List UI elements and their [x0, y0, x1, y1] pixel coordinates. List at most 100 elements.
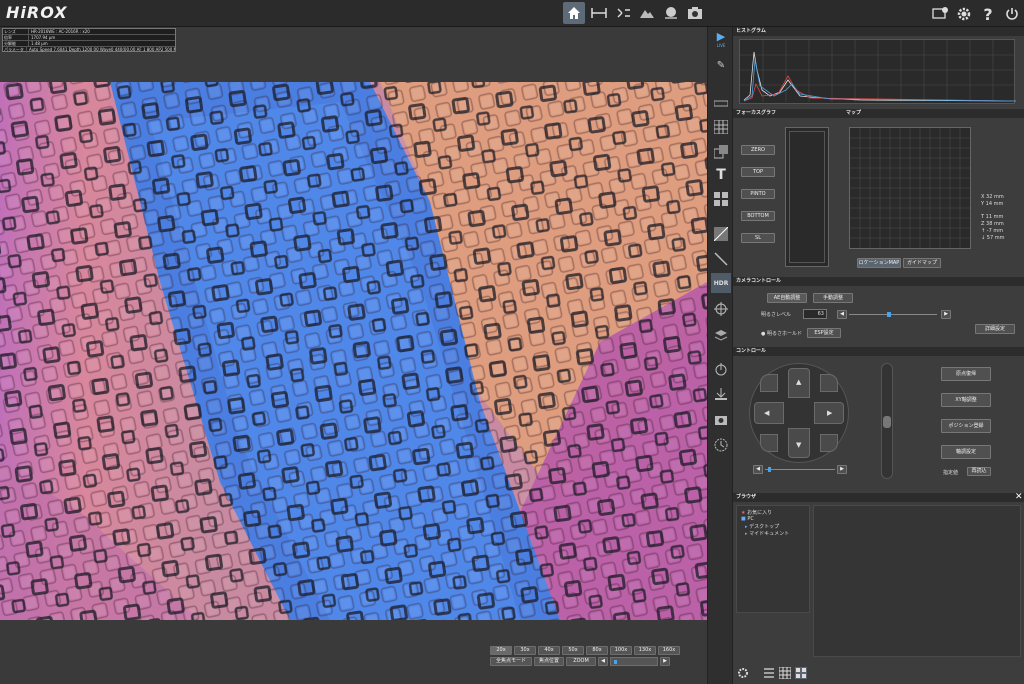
ae-auto-button[interactable]: AE自動調整 [767, 293, 807, 303]
brightness-slider[interactable] [849, 312, 937, 317]
dpad-up-right[interactable] [820, 374, 838, 392]
brightness-input[interactable]: 63 [803, 309, 827, 319]
live-button[interactable]: ▶ LIVE [711, 29, 731, 49]
zoom-bar: 20x 30x 40x 50x 80x 100x 130x 160x 全焦点モー… [0, 620, 707, 684]
overlay-tool[interactable] [711, 142, 731, 162]
zoom-50x-button[interactable]: 50x [562, 646, 584, 655]
browser-close-button[interactable]: ✕ [1015, 492, 1023, 502]
position-register-button[interactable]: ポジション登録 [941, 419, 991, 433]
profile-button[interactable] [636, 2, 658, 24]
zoom-100x-button[interactable]: 100x [610, 646, 632, 655]
folder-icon: ▸ [745, 531, 748, 537]
timer-tool[interactable] [711, 435, 731, 455]
brightness-right-arrow[interactable]: ▶ [941, 310, 951, 319]
snapshot-tool[interactable] [711, 410, 731, 430]
grid-tool[interactable] [711, 117, 731, 137]
target-tool[interactable] [711, 299, 731, 319]
brightness-left-arrow[interactable]: ◀ [837, 310, 847, 319]
location-map-button[interactable]: ロケーションMAP [857, 258, 901, 268]
compare-tool[interactable] [711, 189, 731, 209]
focus-graph-header: フォーカスグラフ [733, 109, 843, 118]
speed-slider[interactable] [765, 467, 835, 472]
tools-button[interactable] [613, 2, 635, 24]
dpad-down-right[interactable] [820, 434, 838, 452]
annotate-tool[interactable]: ✎ [711, 55, 731, 75]
reload-button[interactable]: 再読込 [967, 467, 991, 476]
home-button[interactable] [563, 2, 585, 24]
grid-view-button[interactable] [778, 666, 792, 680]
dpad-right[interactable]: ▶ [814, 402, 844, 424]
title-bar: HiROX ? [0, 0, 1024, 27]
zoom-160x-button[interactable]: 160x [658, 646, 680, 655]
gear-icon [738, 668, 748, 678]
microscope-live-view[interactable] [0, 82, 707, 620]
focus-top-button[interactable]: TOP [741, 167, 775, 177]
power-icon [1006, 8, 1018, 20]
location-map[interactable] [849, 127, 971, 249]
power-button[interactable] [1002, 4, 1022, 24]
export-tool[interactable] [711, 384, 731, 404]
line-tool[interactable] [711, 249, 731, 269]
guide-map-button[interactable]: ガイドマップ [903, 258, 941, 268]
stage-dpad: ▲ ▼ ◀ ▶ [749, 363, 849, 463]
text-tool[interactable]: T [711, 165, 731, 185]
speed-right-arrow[interactable]: ▶ [837, 465, 847, 474]
zoom-40x-button[interactable]: 40x [538, 646, 560, 655]
zoom-130x-button[interactable]: 130x [634, 646, 656, 655]
focus-sl-button[interactable]: SL [741, 233, 775, 243]
arrow-down-icon: ▼ [796, 441, 802, 449]
large-icon-view-button[interactable] [795, 667, 807, 679]
dpad-down[interactable]: ▼ [788, 428, 810, 458]
focus-pinto-button[interactable]: PINTO [741, 189, 775, 199]
chevron-right-icon: ▶ [944, 311, 948, 317]
ruler-tool[interactable] [711, 93, 731, 113]
full-focus-mode-button[interactable]: 全焦点モード [490, 657, 532, 666]
map-header: マップ [843, 109, 1024, 118]
speed-left-arrow[interactable]: ◀ [753, 465, 763, 474]
zoom-slider-thumb[interactable] [614, 660, 617, 664]
settings-button[interactable] [954, 4, 974, 24]
axis-settings-button[interactable]: 軸調設定 [941, 445, 991, 459]
focus-position-button[interactable]: 焦点位置 [534, 657, 564, 666]
chevron-left-icon: ◀ [601, 658, 605, 664]
tree-item-desktop[interactable]: ▸ デスクトップ [745, 523, 779, 530]
zoom-slider[interactable] [610, 657, 658, 666]
brightness-slider-thumb[interactable] [886, 312, 891, 317]
layer-tool[interactable] [711, 325, 731, 345]
dpad-down-left[interactable] [760, 434, 778, 452]
tree-item-favorites[interactable]: ★ お気に入り [741, 509, 772, 516]
adjust-tool[interactable] [711, 224, 731, 244]
speed-slider-thumb[interactable] [768, 467, 772, 472]
help-button[interactable]: ? [978, 4, 998, 24]
device-settings-button[interactable] [930, 4, 950, 24]
list-view-button[interactable] [763, 667, 775, 679]
dpad-left[interactable]: ◀ [754, 402, 784, 424]
z-axis-thumb[interactable] [883, 416, 891, 428]
dpad-up-left[interactable] [760, 374, 778, 392]
manual-adjust-button[interactable]: 手動調整 [813, 293, 853, 303]
zoom-right-arrow[interactable]: ▶ [660, 657, 670, 666]
3d-view-button[interactable] [660, 2, 682, 24]
esp-settings-button[interactable]: ESP設定 [807, 328, 841, 338]
file-view[interactable] [813, 505, 1021, 657]
measure-button[interactable] [588, 2, 610, 24]
zoom-80x-button[interactable]: 80x [586, 646, 608, 655]
z-axis-slider[interactable] [881, 363, 893, 479]
home-position-button[interactable]: 原点復帰 [941, 367, 991, 381]
xy-axis-adjust-button[interactable]: XY軸調整 [941, 393, 991, 407]
zoom-20x-button[interactable]: 20x [490, 646, 512, 655]
brightness-hold-option[interactable]: ● 明るさホールド [761, 330, 802, 337]
tree-item-documents[interactable]: ▸ マイドキュメント [745, 530, 789, 537]
capture-button[interactable] [684, 2, 706, 24]
camera-detail-settings-button[interactable]: 詳細設定 [975, 324, 1015, 334]
hdr-tool[interactable]: HDR [711, 273, 731, 293]
dpad-up[interactable]: ▲ [788, 368, 810, 398]
zoom-left-arrow[interactable]: ◀ [598, 657, 608, 666]
focus-bottom-button[interactable]: BOTTOM [741, 211, 775, 221]
zoom-30x-button[interactable]: 30x [514, 646, 536, 655]
tree-item-pc[interactable]: ■ PC [741, 516, 754, 522]
browser-settings-button[interactable] [737, 667, 749, 679]
stage-tool[interactable] [711, 359, 731, 379]
focus-zero-button[interactable]: ZERO [741, 145, 775, 155]
zoom-button[interactable]: ZOOM [566, 657, 596, 666]
